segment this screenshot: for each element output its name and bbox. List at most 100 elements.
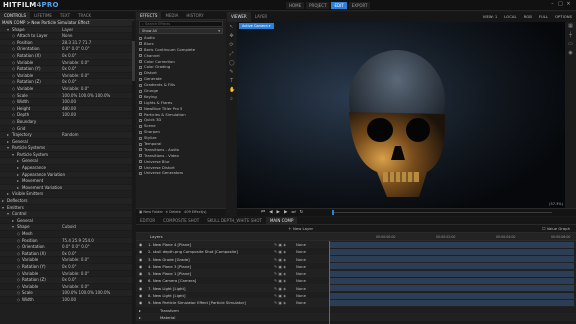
keyframe-icon[interactable]: ◇: [17, 277, 20, 284]
control-value[interactable]: None: [62, 33, 72, 40]
control-value[interactable]: 0.0° 0.0° 0.0°: [62, 244, 90, 251]
go-start-icon[interactable]: ⏮: [261, 209, 265, 216]
snapshot-icon[interactable]: ◉: [568, 51, 573, 56]
visibility-eye-icon[interactable]: ◉: [139, 241, 142, 248]
expand-arrow-icon[interactable]: ▸: [17, 172, 19, 179]
control-row[interactable]: ◇ Attach to Layer None: [0, 33, 135, 40]
effect-folder-item[interactable]: Universe Generators: [136, 170, 226, 176]
control-row[interactable]: ▸ General: [0, 138, 135, 146]
loop-icon[interactable]: ↻: [300, 209, 304, 216]
control-row[interactable]: ◇ Variable Variable: 0.0°: [0, 59, 135, 67]
value-graph-toggle[interactable]: ☐ Value Graph: [542, 225, 570, 233]
control-value[interactable]: 100.0% 100.0% 100.0%: [62, 93, 110, 100]
expand-arrow-icon[interactable]: ▸: [7, 191, 9, 198]
keyframe-icon[interactable]: ◇: [17, 264, 20, 271]
delete-button[interactable]: Delete: [169, 210, 181, 214]
select-tool-icon[interactable]: ↖: [229, 25, 234, 30]
layer-track-bar[interactable]: [330, 292, 574, 299]
keyframe-icon[interactable]: ◇: [12, 53, 15, 60]
control-value[interactable]: 28.3 31.7 71.7: [62, 40, 91, 47]
layer-track-bar[interactable]: [330, 278, 574, 285]
control-row[interactable]: ▸ Deflectors: [0, 198, 135, 205]
timeline-layer-row[interactable]: ◉ 1. New Plane 4 [Plane] ✎ ▣ ◈ None: [136, 241, 576, 249]
hand-tool-icon[interactable]: ✋: [229, 88, 235, 93]
timeline-layer-row[interactable]: ◉ 5. New Plane 1 [Plane] ✎ ▣ ◈ None: [136, 270, 576, 278]
keyframe-icon[interactable]: ◇: [12, 33, 15, 40]
keyframe-icon[interactable]: ◇: [12, 46, 15, 53]
control-row[interactable]: ◇ Rotation (Y) 0x 0.0°: [0, 263, 135, 271]
timeline-layer-row[interactable]: ◉ 3. New Grade [Grade] ✎ ▣ ◈ None: [136, 255, 576, 263]
keyframe-icon[interactable]: ◇: [12, 93, 15, 100]
control-row[interactable]: ◇ Width 100.00: [0, 99, 135, 106]
control-value[interactable]: Layer: [62, 27, 73, 34]
timeline-layer-row[interactable]: ◉ 7. New Light [Light] ✎ ▣ ◈ None: [136, 284, 576, 293]
pen-tool-icon[interactable]: ✎: [229, 70, 234, 75]
control-row[interactable]: ◇ Rotation (Z) 0x 0.0°: [0, 79, 135, 86]
timeline-layer-row[interactable]: ▸ Transform: [136, 306, 576, 314]
control-value[interactable]: 480.00: [62, 106, 76, 113]
safe-area-icon[interactable]: ▭: [568, 42, 573, 47]
keyframe-icon[interactable]: ◇: [12, 112, 15, 119]
control-value[interactable]: 0.0° 0.0° 0.0°: [62, 46, 90, 53]
control-value[interactable]: Variable: 0.0°: [62, 257, 89, 264]
nav-edit[interactable]: EDIT: [331, 2, 347, 9]
expand-arrow-icon[interactable]: ▾: [12, 152, 14, 159]
timeline-layer-row[interactable]: ◉ 8. New Light [Light] ✎ ▣ ◈ None: [136, 292, 576, 300]
layer-switches-icon[interactable]: ✎ ▣ ◈: [274, 248, 286, 255]
text-tool-icon[interactable]: T: [229, 79, 234, 84]
keyframe-icon[interactable]: ◇: [17, 271, 20, 278]
control-row[interactable]: ▸ General: [0, 158, 135, 166]
control-row[interactable]: ◇ Variable Variable: 0.0°: [0, 85, 135, 93]
tab-lifetime[interactable]: LIFETIME: [30, 12, 56, 19]
keyframe-icon[interactable]: ◇: [17, 238, 20, 245]
keyframe-icon[interactable]: ◇: [12, 40, 15, 47]
control-value[interactable]: 100.00: [62, 99, 76, 106]
visibility-eye-icon[interactable]: ◉: [139, 256, 142, 263]
parent-select[interactable]: None: [296, 263, 306, 270]
play-icon[interactable]: ▶: [277, 209, 280, 216]
parent-select[interactable]: None: [296, 241, 306, 248]
layer-track-bar[interactable]: [330, 263, 574, 270]
keyframe-icon[interactable]: ◇: [17, 251, 20, 258]
control-row[interactable]: ▸ Appearance: [0, 165, 135, 172]
expand-arrow-icon[interactable]: ▸: [7, 132, 9, 139]
visibility-eye-icon[interactable]: ◉: [139, 270, 142, 277]
visibility-eye-icon[interactable]: ◉: [139, 299, 142, 306]
keyframe-icon[interactable]: ◇: [17, 231, 20, 238]
options-menu[interactable]: OPTIONS: [555, 12, 572, 22]
effects-filter-select[interactable]: Show All ▾: [139, 28, 223, 34]
layer-track-bar[interactable]: [330, 285, 574, 292]
visibility-eye-icon[interactable]: ◉: [139, 248, 142, 255]
local-select[interactable]: LOCAL: [504, 12, 516, 22]
control-row[interactable]: ▸ Visible Emitters: [0, 191, 135, 199]
control-row[interactable]: ▸ Trajectory Random: [0, 132, 135, 139]
expand-arrow-icon[interactable]: ▾: [7, 211, 9, 218]
control-value[interactable]: Variable: 0.0°: [62, 86, 89, 93]
timeline-layer-row[interactable]: ▸ Material: [136, 313, 576, 322]
control-value[interactable]: 100.00: [62, 297, 76, 304]
control-value[interactable]: Variable: 0.0°: [62, 284, 89, 291]
control-row[interactable]: ◇ Grid: [0, 125, 135, 133]
layer-switches-icon[interactable]: ✎ ▣ ◈: [274, 285, 286, 292]
timeline-layer-row[interactable]: ◉ 9. New Particle Simulator Effect [Parti…: [136, 299, 576, 307]
expand-arrow-icon[interactable]: ▾: [2, 205, 4, 212]
control-value[interactable]: Variable: 0.0°: [62, 271, 89, 278]
expand-arrow-icon[interactable]: ▸: [17, 165, 19, 172]
control-row[interactable]: ▸ Movement Variation: [0, 184, 135, 192]
control-row[interactable]: ◇ Variable Variable: 0.0°: [0, 283, 135, 291]
layer-switches-icon[interactable]: ✎ ▣ ◈: [274, 277, 286, 284]
control-row[interactable]: ◇ Variable Variable: 0.0°: [0, 72, 135, 80]
minimize-icon[interactable]: –: [550, 2, 555, 7]
keyframe-icon[interactable]: ◇: [12, 119, 15, 126]
parent-select[interactable]: None: [296, 285, 306, 292]
control-row[interactable]: ◇ Width 100.00: [0, 296, 135, 304]
control-value[interactable]: 100.00: [62, 112, 76, 119]
tab-effects[interactable]: EFFECTS: [136, 12, 162, 19]
tab-history[interactable]: HISTORY: [182, 12, 207, 19]
tab-text[interactable]: TEXT: [56, 12, 74, 19]
step-forward-icon[interactable]: ▶: [284, 209, 287, 216]
layer-switches-icon[interactable]: ✎ ▣ ◈: [274, 299, 286, 306]
layer-switches-icon[interactable]: ✎ ▣ ◈: [274, 270, 286, 277]
parent-select[interactable]: None: [296, 248, 306, 255]
parent-select[interactable]: None: [296, 256, 306, 263]
